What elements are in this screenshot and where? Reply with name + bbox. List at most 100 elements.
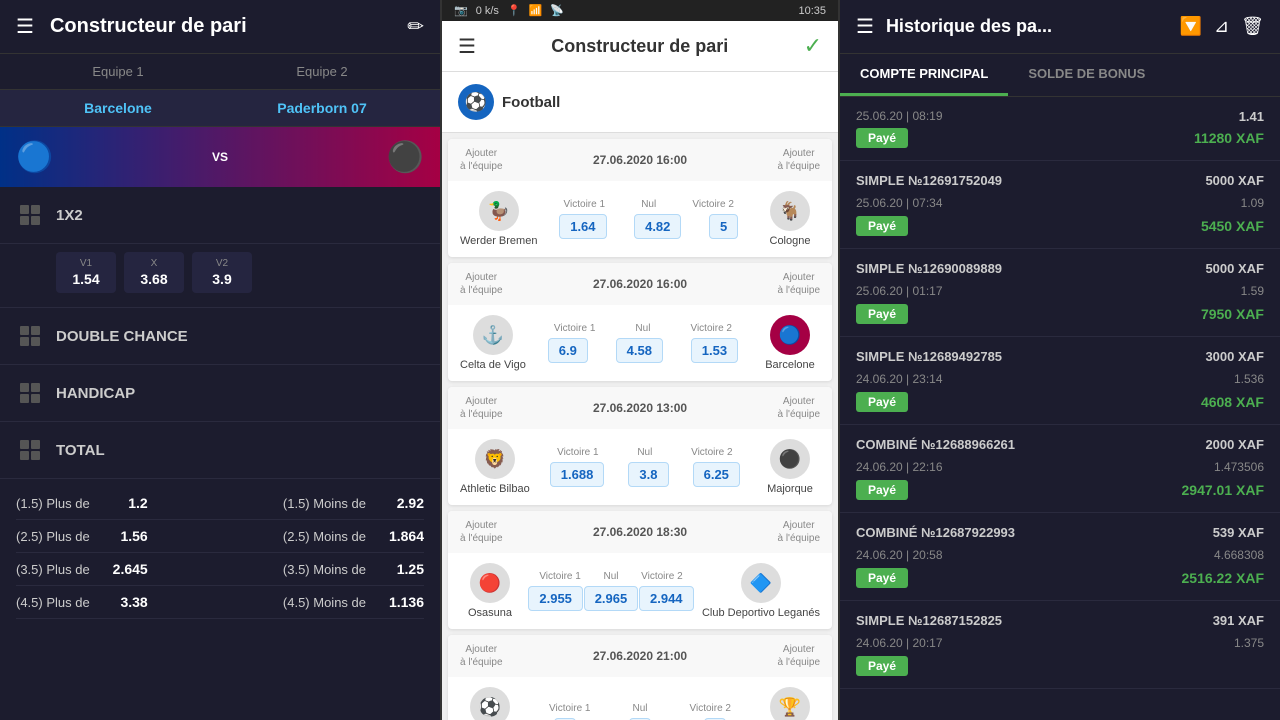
- bet-type-double-chance[interactable]: DOUBLE CHANCE: [0, 308, 440, 365]
- middle-panel: 📷 0 k/s 📍 📶 📡 10:35 ☰ Constructeur de pa…: [440, 0, 840, 720]
- history-item-6: SIMPLE №12687152825 391 XAF 24.06.20 | 2…: [840, 601, 1280, 689]
- history-amount-4: 2000 XAF: [1205, 437, 1264, 452]
- history-date-6: 24.06.20 | 20:17: [856, 636, 943, 650]
- tab-bonus[interactable]: SOLDE DE BONUS: [1008, 54, 1165, 96]
- odd-label-nul-1: Nul: [641, 199, 656, 210]
- right-title: Historique des pa...: [886, 16, 1168, 37]
- odd-nul-4[interactable]: 2.965: [584, 586, 639, 611]
- total-row-1: (1.5) Plus de 1.2 (1.5) Moins de 2.92: [16, 487, 424, 520]
- odd-v2-2[interactable]: 1.53: [691, 338, 738, 363]
- match-list: Ajouterà l'équipe 27.06.2020 16:00 Ajout…: [442, 133, 838, 720]
- odd-v2-1[interactable]: 5: [709, 214, 738, 239]
- odd-nul-1[interactable]: 4.82: [634, 214, 681, 239]
- history-odds-2: 1.59: [1241, 284, 1264, 298]
- history-item-0: 25.06.20 | 08:19 1.41 Payé 11280 XAF: [840, 97, 1280, 161]
- match-time-3: 27.06.2020 13:00: [593, 401, 687, 415]
- odd-v1[interactable]: V1 1.54: [56, 252, 116, 293]
- sport-label: Football: [502, 94, 560, 111]
- edit-icon[interactable]: ✏: [407, 14, 424, 39]
- away-team-5: 🏆 ...: [760, 687, 820, 720]
- odd-x[interactable]: X 3.68: [124, 252, 184, 293]
- mid-hamburger-icon[interactable]: ☰: [458, 34, 476, 59]
- bet-icon-handicap: [16, 379, 44, 407]
- history-item-4: COMBINÉ №12688966261 2000 XAF 24.06.20 |…: [840, 425, 1280, 513]
- camera-icon: 📷: [454, 4, 468, 17]
- right-tabs: COMPTE PRINCIPAL SOLDE DE BONUS: [840, 54, 1280, 97]
- add-home-team-4[interactable]: Ajouterà l'équipe: [460, 519, 503, 545]
- bet-type-1x2[interactable]: 1X2: [0, 187, 440, 244]
- history-date-5: 24.06.20 | 20:58: [856, 548, 943, 562]
- add-home-team-5[interactable]: Ajouterà l'équipe: [460, 643, 503, 669]
- team-banner: 🔵 VS ⚫: [0, 127, 440, 187]
- odd-v2-3[interactable]: 6.25: [693, 462, 740, 487]
- odd-label-v2-4: Victoire 2: [641, 571, 683, 582]
- odd-nul-2[interactable]: 4.58: [616, 338, 663, 363]
- confirm-button[interactable]: ✓: [804, 33, 822, 59]
- over-label-3: (3.5) Plus de: [16, 562, 90, 577]
- history-item-1: SIMPLE №12691752049 5000 XAF 25.06.20 | …: [840, 161, 1280, 249]
- history-date-1: 25.06.20 | 07:34: [856, 196, 943, 210]
- add-home-team-2[interactable]: Ajouterà l'équipe: [460, 271, 503, 297]
- away-team-4: 🔷 Club Deportivo Leganés: [702, 563, 820, 619]
- add-away-team-3[interactable]: Ajouterà l'équipe: [778, 395, 821, 421]
- teams-header: Equipe 1 Equipe 2: [0, 54, 440, 90]
- away-logo-1: 🐐: [770, 191, 810, 231]
- right-hamburger-icon[interactable]: ☰: [856, 14, 874, 39]
- add-away-team-1[interactable]: Ajouterà l'équipe: [778, 147, 821, 173]
- match-odds-2: Victoire 1 Nul Victoire 2 6.9 4.58 1.53: [526, 323, 760, 363]
- odd-label-v2-1: Victoire 2: [692, 199, 734, 210]
- history-id-2: SIMPLE №12690089889: [856, 261, 1002, 276]
- funnel-icon[interactable]: ⊿: [1214, 16, 1229, 37]
- odd-v1-4[interactable]: 2.955: [528, 586, 583, 611]
- time: 10:35: [798, 5, 826, 17]
- match-time-4: 27.06.2020 18:30: [593, 525, 687, 539]
- odd-v2-4[interactable]: 2.944: [639, 586, 694, 611]
- history-gain-5: 2516.22 XAF: [1182, 570, 1265, 586]
- odd-v1-3[interactable]: 1.688: [550, 462, 605, 487]
- odd-v1-1[interactable]: 1.64: [559, 214, 606, 239]
- home-logo-5: ⚽: [470, 687, 510, 720]
- away-logo-3: ⚫: [770, 439, 810, 479]
- add-home-team-1[interactable]: Ajouterà l'équipe: [460, 147, 503, 173]
- history-status-4: Payé: [856, 480, 908, 500]
- history-odds-4: 1.473506: [1214, 460, 1264, 474]
- team1-column-header: Equipe 1: [16, 64, 220, 79]
- away-team-3: ⚫ Majorque: [760, 439, 820, 495]
- home-team-3: 🦁 Athletic Bilbao: [460, 439, 530, 495]
- history-date-2: 25.06.20 | 01:17: [856, 284, 943, 298]
- tab-principal[interactable]: COMPTE PRINCIPAL: [840, 54, 1008, 96]
- hamburger-icon[interactable]: ☰: [16, 14, 34, 39]
- match-header-5: Ajouterà l'équipe 27.06.2020 21:00 Ajout…: [448, 635, 832, 677]
- odd-nul-3[interactable]: 3.8: [628, 462, 668, 487]
- trash-icon[interactable]: 🗑: [1241, 16, 1264, 37]
- add-away-team-5[interactable]: Ajouterà l'équipe: [778, 643, 821, 669]
- match-card-1: Ajouterà l'équipe 27.06.2020 16:00 Ajout…: [448, 139, 832, 257]
- history-gain-0: 11280 XAF: [1194, 130, 1264, 146]
- mid-title: Constructeur de pari: [476, 36, 804, 57]
- history-id-6: SIMPLE №12687152825: [856, 613, 1002, 628]
- match-body-2: ⚓ Celta de Vigo Victoire 1 Nul Victoire …: [448, 305, 832, 381]
- odd-v2[interactable]: V2 3.9: [192, 252, 252, 293]
- away-logo-4: 🔷: [741, 563, 781, 603]
- over-val-3: 2.645: [98, 561, 148, 577]
- away-name-2: Barcelone: [765, 359, 815, 371]
- left-panel: ☰ Constructeur de pari ✏ Equipe 1 Equipe…: [0, 0, 440, 720]
- under-label-3: (3.5) Moins de: [283, 562, 366, 577]
- add-away-team-4[interactable]: Ajouterà l'équipe: [778, 519, 821, 545]
- away-name-3: Majorque: [767, 483, 813, 495]
- history-gain-1: 5450 XAF: [1201, 218, 1264, 234]
- odd-v1-2[interactable]: 6.9: [548, 338, 588, 363]
- home-team-5: ⚽ Atlético: [460, 687, 520, 720]
- add-home-team-3[interactable]: Ajouterà l'équipe: [460, 395, 503, 421]
- bet-type-handicap[interactable]: HANDICAP: [0, 365, 440, 422]
- right-header: ☰ Historique des pa... 🔽 ⊿ 🗑: [840, 0, 1280, 54]
- history-gain-3: 4608 XAF: [1201, 394, 1264, 410]
- total-row-3: (3.5) Plus de 2.645 (3.5) Moins de 1.25: [16, 553, 424, 586]
- bet-type-total[interactable]: TOTAL: [0, 422, 440, 479]
- odd-label-v1-1: Victoire 1: [564, 199, 606, 210]
- match-body-1: 🦆 Werder Bremen Victoire 1 Nul Victoire …: [448, 181, 832, 257]
- middle-header: ☰ Constructeur de pari ✓: [442, 21, 838, 72]
- add-away-team-2[interactable]: Ajouterà l'équipe: [778, 271, 821, 297]
- filter-icon[interactable]: 🔽: [1180, 16, 1202, 37]
- bet-label-1x2: 1X2: [56, 207, 424, 224]
